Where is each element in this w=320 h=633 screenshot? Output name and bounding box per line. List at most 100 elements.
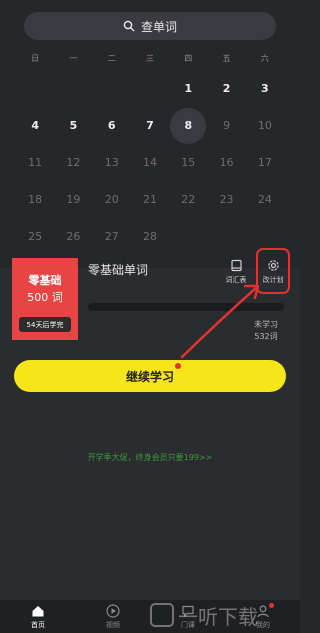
calendar-day-number: 25 <box>28 230 43 243</box>
weekday-label: 五 <box>222 54 231 63</box>
book-icon <box>230 259 242 272</box>
tab-label: 我的 <box>256 621 270 629</box>
calendar-day-number: 7 <box>146 119 154 132</box>
calendar-day-number: 12 <box>66 156 81 169</box>
tab-label: 视频 <box>106 621 120 629</box>
calendar-empty-cell <box>16 70 54 107</box>
calendar-day[interactable]: 8 <box>169 107 207 144</box>
calendar-day-number: 2 <box>222 82 231 95</box>
calendar-empty-cell <box>131 70 169 107</box>
calendar-day[interactable]: 2 <box>207 70 245 107</box>
calendar-day-number: 22 <box>181 193 196 206</box>
search-label: 查单词 <box>140 19 177 34</box>
calendar-day-number: 14 <box>142 156 157 169</box>
calendar-day-number: 23 <box>219 193 234 206</box>
calendar-day[interactable]: 11 <box>16 144 54 181</box>
remaining-count: 532词 <box>254 332 278 341</box>
watermark-text: 一听下载 <box>178 604 258 629</box>
tab-home[interactable]: 首页 <box>8 600 68 633</box>
calendar-day[interactable]: 19 <box>54 181 92 218</box>
home-icon <box>32 606 44 617</box>
search-bar[interactable]: 查单词 <box>24 12 276 40</box>
progress-bar <box>88 303 284 311</box>
calendar-day-number: 5 <box>69 119 78 132</box>
calendar-day[interactable]: 16 <box>207 144 245 181</box>
vocab-list-button[interactable]: 词汇表 <box>221 256 251 290</box>
calendar-day[interactable]: 14 <box>131 144 169 181</box>
calendar-day[interactable]: 26 <box>54 218 92 255</box>
calendar-day-number: 4 <box>31 119 39 132</box>
weekday-label: 一 <box>69 54 78 63</box>
watermark-logo-icon <box>150 603 174 627</box>
calendar-day-number: 16 <box>219 156 234 169</box>
calendar-day[interactable]: 12 <box>54 144 92 181</box>
notification-dot <box>175 363 181 369</box>
calendar-empty-cell <box>93 70 131 107</box>
calendar-day[interactable]: 21 <box>131 181 169 218</box>
calendar-day-number: 11 <box>28 156 43 169</box>
calendar-day[interactable]: 25 <box>16 218 54 255</box>
calendar-day[interactable]: 5 <box>54 107 92 144</box>
weekday-label: 日 <box>31 54 40 63</box>
calendar-day-number: 13 <box>104 156 119 169</box>
calendar-day[interactable]: 6 <box>93 107 131 144</box>
calendar-day[interactable]: 23 <box>207 181 245 218</box>
calendar-empty-cell <box>54 70 92 107</box>
calendar-day-number: 10 <box>257 119 272 132</box>
calendar-day-number: 19 <box>66 193 81 206</box>
weekday-label: 六 <box>260 54 269 63</box>
calendar-day[interactable]: 24 <box>246 181 284 218</box>
calendar-day-number: 17 <box>257 156 272 169</box>
book-cover[interactable]: 零基础 500 词 54天后学完 <box>12 258 78 340</box>
calendar-day-number: 26 <box>66 230 81 243</box>
tab-video[interactable]: 视频 <box>83 600 143 633</box>
tab-label: 首页 <box>31 621 45 629</box>
calendar-day[interactable]: 20 <box>93 181 131 218</box>
calendar-day[interactable]: 1 <box>169 70 207 107</box>
vocab-list-label: 词汇表 <box>225 276 247 284</box>
calendar-day-number: 18 <box>28 193 43 206</box>
calendar-day[interactable]: 3 <box>246 70 284 107</box>
calendar-grid: 1 2 3 4 5 6 7 8 9 10 11 12 13 14 15 16 17 18 19 20 21 22 23 24 2… <box>16 70 284 255</box>
highlight-box <box>256 248 290 294</box>
weekday-label: 四 <box>184 54 193 63</box>
calendar-day-number: 3 <box>261 82 269 95</box>
calendar-day[interactable]: 27 <box>93 218 131 255</box>
weekday-label: 三 <box>145 54 154 63</box>
calendar-day[interactable]: 13 <box>93 144 131 181</box>
continue-learning-label: 继续学习 <box>125 369 174 384</box>
calendar-day[interactable]: 9 <box>207 107 245 144</box>
calendar-day-number: 24 <box>257 193 272 206</box>
calendar-day[interactable]: 10 <box>246 107 284 144</box>
calendar-day[interactable]: 17 <box>246 144 284 181</box>
unlearned-label: 未学习 <box>254 320 278 329</box>
calendar-day[interactable]: 15 <box>169 144 207 181</box>
calendar-day-number: 9 <box>223 119 231 132</box>
notification-badge <box>269 603 274 608</box>
calendar-day-number: 20 <box>104 193 119 206</box>
calendar-day-number: 8 <box>170 107 207 144</box>
promo-link[interactable]: 开学季大促，终身会员只要199>> <box>0 452 300 463</box>
calendar-day-number: 1 <box>184 82 193 95</box>
watermark: 一听下载 <box>150 598 258 632</box>
search-icon <box>123 20 135 32</box>
calendar-day[interactable]: 4 <box>16 107 54 144</box>
calendar-day-number: 27 <box>104 230 119 243</box>
play-icon <box>106 604 120 618</box>
book-title: 零基础单词 <box>88 263 149 277</box>
book-cover-title: 零基础 <box>28 274 62 287</box>
continue-learning-button[interactable]: 继续学习 <box>14 360 286 392</box>
calendar-day-number: 21 <box>142 193 157 206</box>
calendar-day-number: 28 <box>142 230 157 243</box>
calendar-day[interactable]: 7 <box>131 107 169 144</box>
calendar-day[interactable]: 22 <box>169 181 207 218</box>
calendar-day[interactable]: 18 <box>16 181 54 218</box>
calendar-day-number: 15 <box>181 156 196 169</box>
calendar-day-number: 6 <box>107 119 116 132</box>
weekday-header: 日 一 二 三 四 五 六 <box>16 53 284 64</box>
person-icon <box>257 605 269 618</box>
book-finish-badge: 54天后学完 <box>19 317 71 332</box>
weekday-label: 二 <box>107 54 116 63</box>
book-cover-count: 500 词 <box>27 291 63 304</box>
calendar-day[interactable]: 28 <box>131 218 169 255</box>
